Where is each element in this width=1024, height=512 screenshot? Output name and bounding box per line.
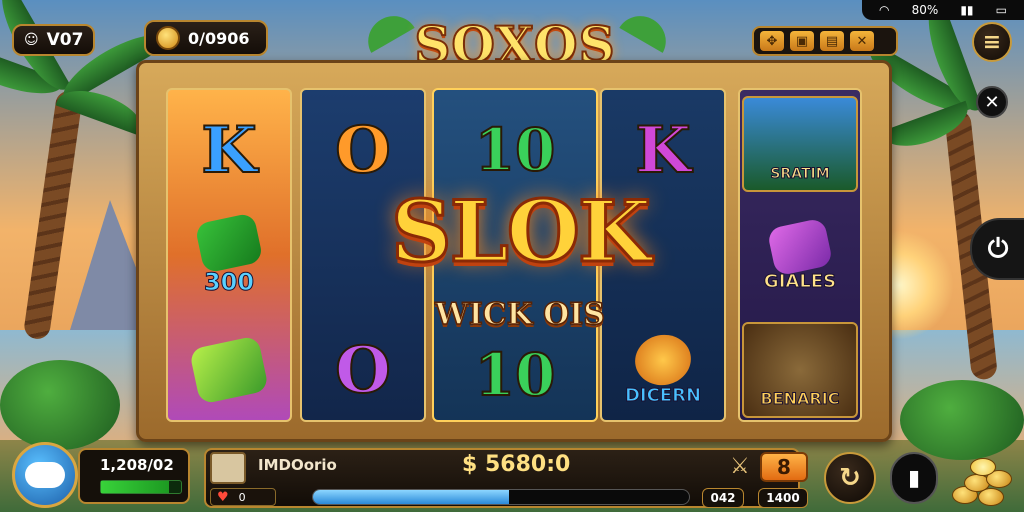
sword-tile: SRATIM <box>742 96 858 192</box>
big-win-title: SLOK <box>390 181 653 283</box>
spin-button[interactable]: ↻ <box>824 452 876 504</box>
autoplay-button[interactable]: ▮ <box>890 452 938 504</box>
player-avatar[interactable] <box>12 442 78 508</box>
coin-balance[interactable]: 0/0906 <box>144 20 268 56</box>
coin-pile-icon[interactable] <box>948 452 1014 508</box>
bush-right <box>900 380 1024 460</box>
gamepad-icon: ☺ <box>24 32 39 48</box>
gem-icon <box>188 335 270 405</box>
left-counter: 042 <box>702 488 744 508</box>
coin-icon <box>156 26 180 50</box>
bet-value-badge[interactable]: 8 <box>760 452 808 482</box>
seed-icon <box>630 329 696 390</box>
crossed-swords-icon[interactable]: ⚔ <box>730 454 750 479</box>
symbol-leaf: 300 <box>168 202 290 312</box>
battery-icon: ▭ <box>995 3 1007 17</box>
symbol-gem <box>168 320 290 420</box>
symbol-k: K <box>200 112 258 189</box>
shield-tile: BENARIC <box>742 322 858 418</box>
coin-amount: 0/0906 <box>188 28 250 48</box>
version-badge[interactable]: ☺ V07 <box>12 24 96 56</box>
purple-gem-icon <box>766 216 834 277</box>
progress-fill <box>313 490 509 504</box>
power-icon: ⏻ <box>987 233 1009 264</box>
player-name: IMDOorio <box>258 456 337 474</box>
symbol-o-bottom: O <box>334 332 392 409</box>
lives-counter: ♥ 0 <box>210 488 276 506</box>
hamburger-icon: ≡ <box>982 29 1002 55</box>
menu-button[interactable]: ≡ <box>972 22 1012 62</box>
balance-amount: $ 5680:0 <box>462 452 571 477</box>
xp-bar-fill <box>101 481 169 493</box>
hud-icon-bar: ✥ ▣ ▤ ✕ <box>752 26 898 56</box>
right-counter: 1400 <box>758 488 808 508</box>
battery-card-icon: ▮ <box>907 465 921 491</box>
device-status-bar: ◠ 80% ▮▮ ▭ <box>862 0 1024 20</box>
symbol-benaric: BENARIC <box>740 320 860 420</box>
close-button[interactable]: ✕ <box>976 86 1008 118</box>
reel-1: K 300 <box>166 88 292 422</box>
compass-icon[interactable]: ✥ <box>760 31 784 51</box>
symbol-sratim: SRATIM <box>740 94 860 194</box>
side-power-button[interactable]: ⏻ <box>970 218 1024 280</box>
xp-bar <box>100 480 182 494</box>
portrait-icon[interactable] <box>210 452 246 484</box>
chest-icon[interactable]: ▣ <box>790 31 814 51</box>
player-score: 1,208/02 <box>100 456 174 474</box>
symbol-giales: GIALES <box>740 202 860 312</box>
wifi-icon: ◠ <box>879 3 890 17</box>
symbol-10-bottom: 10 <box>474 340 557 410</box>
bush-left <box>0 360 120 450</box>
leaf-icon <box>194 212 264 274</box>
lives-count: 0 <box>238 490 246 504</box>
scroll-icon[interactable]: ✕ <box>850 31 874 51</box>
heart-icon: ♥ <box>217 489 229 505</box>
cloud-icon <box>25 462 65 488</box>
big-win-subtitle: WICK OIS <box>434 296 605 333</box>
card-icon[interactable]: ▤ <box>820 31 844 51</box>
refresh-icon: ↻ <box>839 463 861 493</box>
level-progress-bar <box>312 489 690 505</box>
reel-5: SRATIM GIALES BENARIC <box>738 88 862 422</box>
close-icon: ✕ <box>984 91 1000 113</box>
signal-icon: ▮▮ <box>960 3 974 17</box>
version-label: V07 <box>46 30 84 50</box>
battery-percent: 80% <box>911 3 939 17</box>
